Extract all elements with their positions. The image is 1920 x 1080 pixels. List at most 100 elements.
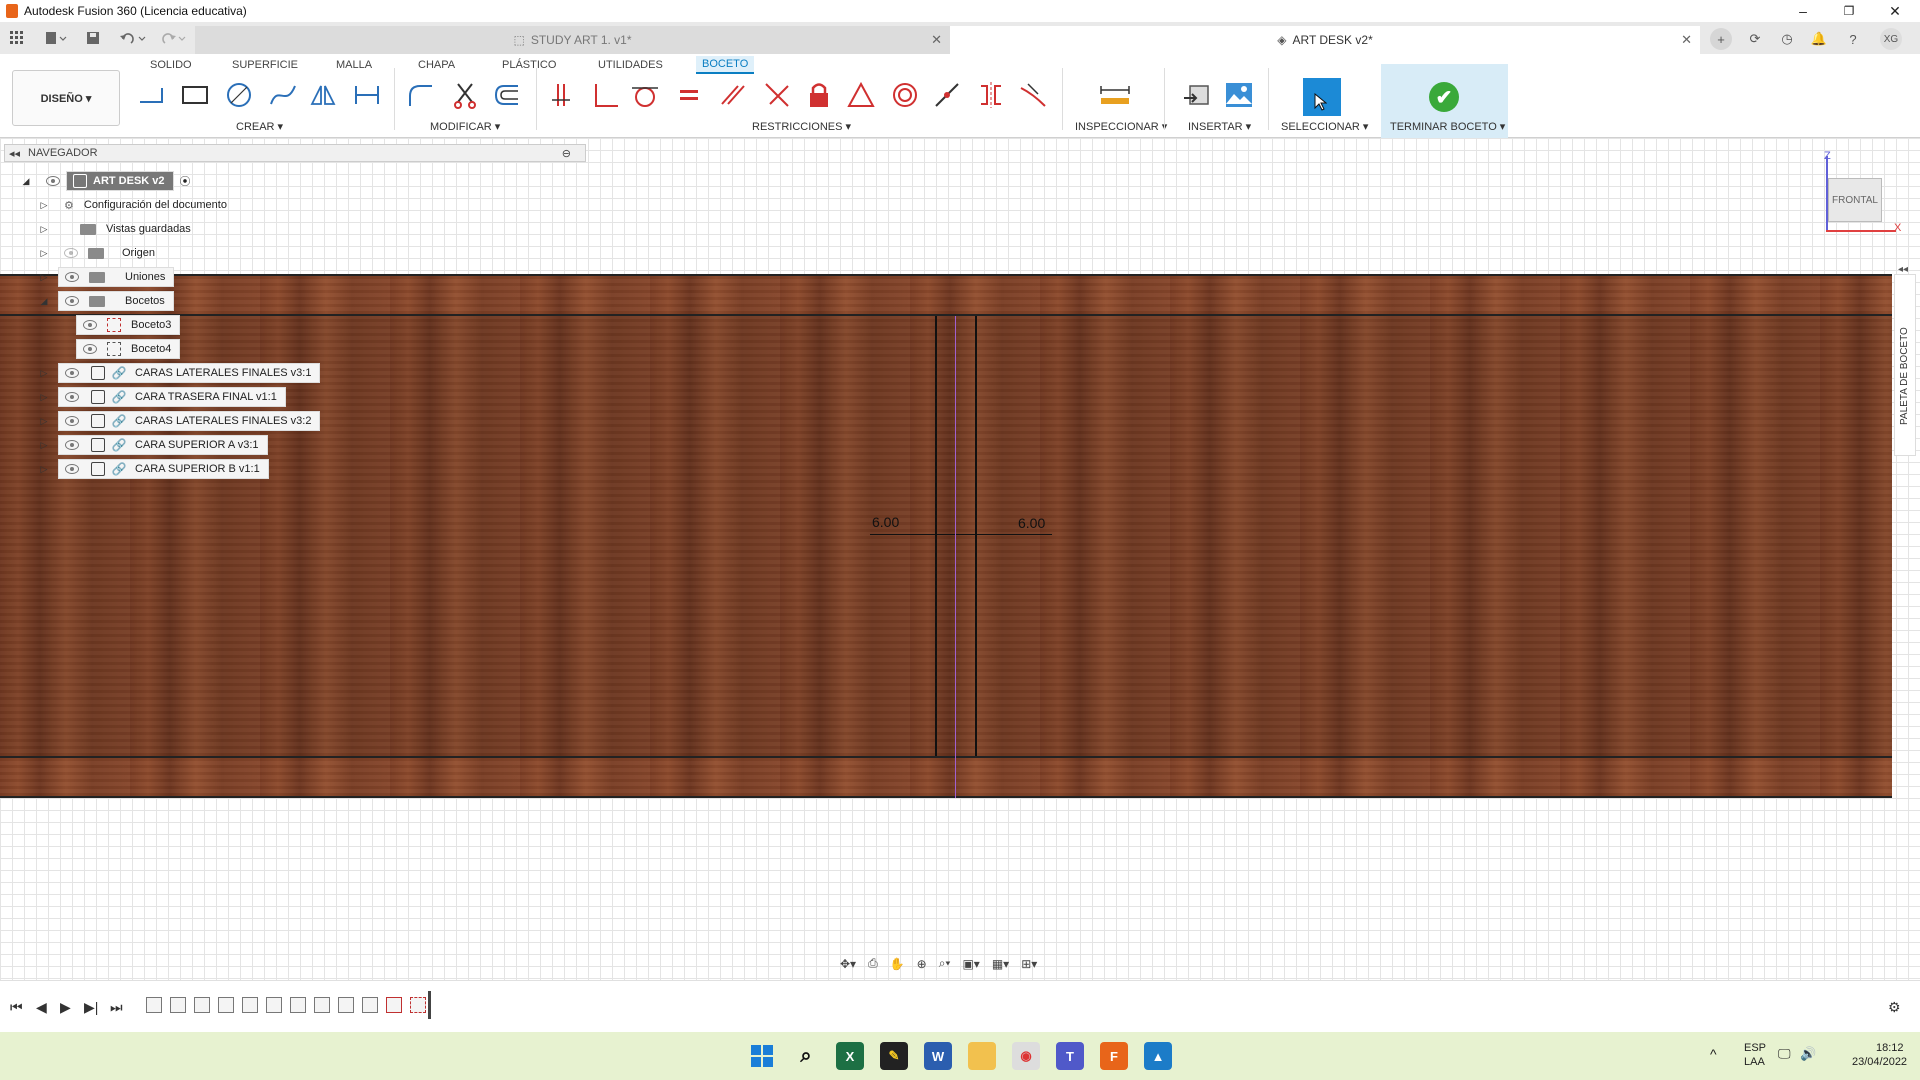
timeline-first-icon[interactable]: ⏮ <box>10 999 23 1016</box>
tab-solido[interactable]: SOLIDO <box>144 56 198 74</box>
expand-icon[interactable]: ▷ <box>38 247 50 259</box>
tab-close-icon[interactable]: ✕ <box>931 32 942 48</box>
redo-icon[interactable] <box>156 28 190 48</box>
new-tab-icon[interactable]: + <box>1710 28 1732 50</box>
sketch-dimension-icon[interactable] <box>350 78 384 112</box>
expand-icon[interactable]: ▷ <box>38 223 50 235</box>
tab-superficie[interactable]: SUPERFICIE <box>226 56 304 74</box>
extensions-icon[interactable]: ⟳ <box>1744 28 1766 50</box>
volume-icon[interactable]: 🔊 <box>1800 1046 1816 1062</box>
timeline-feature[interactable] <box>170 997 186 1013</box>
visibility-eye-icon[interactable] <box>65 392 79 402</box>
collapse-icon[interactable]: ◢ <box>38 295 50 307</box>
tab-plastico[interactable]: PLÁSTICO <box>496 56 562 74</box>
timeline-next-icon[interactable]: ▶| <box>84 999 98 1016</box>
notifications-icon[interactable]: 🔔 <box>1808 28 1830 50</box>
modify-group-label[interactable]: MODIFICAR ▾ <box>430 120 500 133</box>
timeline-last-icon[interactable]: ⏭ <box>110 999 123 1016</box>
tab-malla[interactable]: MALLA <box>330 56 378 74</box>
view-cube[interactable]: FRONTAL <box>1828 178 1882 222</box>
navigator-item-sketch4[interactable]: Boceto4 <box>76 339 181 359</box>
constraints-group-label[interactable]: RESTRICCIONES ▾ <box>752 120 851 133</box>
collapse-navigator-icon[interactable]: ◂◂ <box>9 147 20 160</box>
navigator-item-config[interactable]: ▷ ⚙ Configuración del documento <box>38 195 235 215</box>
hidden-eye-icon[interactable] <box>64 248 78 258</box>
insert-group-label[interactable]: INSERTAR ▾ <box>1188 120 1251 133</box>
look-at-icon[interactable]: ⎙ <box>868 956 878 971</box>
expand-icon[interactable]: ▷ <box>38 367 50 379</box>
timeline-feature[interactable] <box>266 997 282 1013</box>
timeline-feature[interactable] <box>146 997 162 1013</box>
visibility-eye-icon[interactable] <box>65 272 79 282</box>
activate-radio-icon[interactable]: ⦿ <box>180 173 191 189</box>
zoom-icon[interactable]: ⊕ <box>917 957 927 971</box>
timeline-feature[interactable] <box>218 997 234 1013</box>
navigator-item-joints[interactable]: ▷ Uniones <box>38 267 175 287</box>
dimension-left-value[interactable]: 6.00 <box>872 514 899 530</box>
timeline-feature[interactable] <box>362 997 378 1013</box>
navigator-item-component[interactable]: ▷ 🔗 CARAS LATERALES FINALES v3:2 <box>38 411 321 431</box>
orbit-icon[interactable]: ✥▾ <box>840 957 856 971</box>
circle-tool-icon[interactable] <box>222 78 256 112</box>
clock-date[interactable]: 23/04/2022 <box>1852 1056 1907 1068</box>
midpoint-constraint-icon[interactable] <box>844 78 878 112</box>
undo-icon[interactable] <box>116 28 150 48</box>
canvas-viewport[interactable]: 6.00 6.00 Z X FRONTAL ◂◂ PALETA DE BOCET… <box>0 138 1920 980</box>
grid-settings-icon[interactable]: ▦▾ <box>992 957 1009 971</box>
tab-chapa[interactable]: CHAPA <box>412 56 461 74</box>
close-window-button[interactable]: ✕ <box>1872 0 1918 22</box>
expand-icon[interactable]: ▷ <box>38 391 50 403</box>
file-menu-icon[interactable] <box>42 28 70 48</box>
fillet-tool-icon[interactable] <box>404 78 438 112</box>
timeline-play-icon[interactable]: ▶ <box>60 999 71 1016</box>
measure-ruler-icon[interactable] <box>1098 78 1132 112</box>
equal-constraint-icon[interactable] <box>672 78 706 112</box>
timeline-marker[interactable] <box>428 991 431 1019</box>
expand-icon[interactable]: ▷ <box>38 199 50 211</box>
insert-derive-icon[interactable] <box>1180 78 1214 112</box>
visibility-eye-icon[interactable] <box>65 440 79 450</box>
concentric-constraint-icon[interactable] <box>888 78 922 112</box>
photos-icon[interactable]: ▲ <box>1144 1042 1172 1070</box>
viewports-icon[interactable]: ⊞▾ <box>1021 957 1037 971</box>
navigator-item-sketches[interactable]: ◢ Bocetos <box>38 291 174 311</box>
fix-lock-icon[interactable] <box>802 78 836 112</box>
language-layout[interactable]: LAA <box>1744 1056 1765 1068</box>
mirror-tool-icon[interactable] <box>306 78 340 112</box>
fit-icon[interactable]: ⌕▾ <box>939 956 951 971</box>
select-group-label[interactable]: SELECCIONAR ▾ <box>1281 120 1368 133</box>
rectangle-tool-icon[interactable] <box>178 78 212 112</box>
perpendicular-constraint-icon[interactable] <box>588 78 622 112</box>
tab-utilidades[interactable]: UTILIDADES <box>592 56 669 74</box>
create-group-label[interactable]: CREAR ▾ <box>236 120 283 133</box>
sticky-notes-icon[interactable]: ✎ <box>880 1042 908 1070</box>
symmetry-constraint-icon[interactable] <box>974 78 1008 112</box>
maximize-button[interactable]: ❐ <box>1826 0 1872 22</box>
help-icon[interactable]: ? <box>1842 28 1864 50</box>
insert-canvas-image-icon[interactable] <box>1222 78 1256 112</box>
dimension-right-value[interactable]: 6.00 <box>1018 515 1045 531</box>
word-icon[interactable]: W <box>924 1042 952 1070</box>
file-explorer-icon[interactable] <box>968 1042 996 1070</box>
visibility-eye-icon[interactable] <box>46 176 60 186</box>
pan-hand-icon[interactable]: ✋ <box>890 957 905 971</box>
navigator-item-sketch3[interactable]: Boceto3 <box>76 315 181 335</box>
perpendicular-x-constraint-icon[interactable] <box>760 78 794 112</box>
timeline-feature[interactable] <box>242 997 258 1013</box>
windows-start-icon[interactable] <box>748 1042 776 1070</box>
user-avatar[interactable]: XG <box>1880 28 1902 50</box>
tray-chevron-icon[interactable]: ^ <box>1710 1046 1717 1062</box>
navigator-panel-header[interactable]: ◂◂ NAVEGADOR ⊖ <box>4 144 586 162</box>
tab-boceto[interactable]: BOCETO <box>696 56 755 74</box>
curvature-constraint-icon[interactable] <box>1016 78 1050 112</box>
tab-art-desk[interactable]: ◈ ART DESK v2* ✕ <box>950 26 1700 54</box>
collinear-constraint-icon[interactable] <box>930 78 964 112</box>
sketch-line-left[interactable] <box>935 316 937 756</box>
expand-icon[interactable]: ▷ <box>38 463 50 475</box>
tab-study-art[interactable]: ⬚ STUDY ART 1. v1* ✕ <box>195 26 950 54</box>
visibility-eye-icon[interactable] <box>65 464 79 474</box>
navigator-item-component[interactable]: ▷ 🔗 CARAS LATERALES FINALES v3:1 <box>38 363 321 383</box>
finish-sketch-label[interactable]: TERMINAR BOCETO ▾ <box>1390 120 1505 133</box>
minimize-button[interactable]: – <box>1780 0 1826 22</box>
timeline-sketch[interactable] <box>386 997 402 1013</box>
